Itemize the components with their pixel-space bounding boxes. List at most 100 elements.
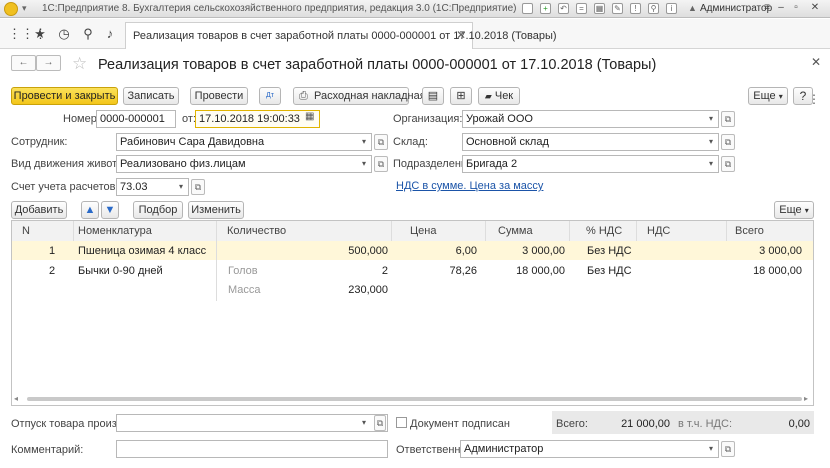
released-field[interactable] [116, 414, 388, 432]
tab-close-icon[interactable]: ✕ [456, 28, 466, 42]
warehouse-dropdown-icon[interactable]: ▾ [704, 133, 718, 151]
history-icon[interactable]: ↶ [558, 3, 569, 14]
scroll-right-icon[interactable]: ▸ [804, 394, 808, 403]
division-field[interactable]: Бригада 2 [462, 155, 719, 173]
post-close-button[interactable]: Провести и закрыть [11, 87, 118, 105]
report-icon[interactable]: ▤ [422, 87, 444, 105]
move-up-icon[interactable]: ▲ [81, 201, 99, 219]
save-button[interactable]: Записать [123, 87, 179, 105]
col-header-price[interactable]: Цена [392, 221, 486, 241]
horizontal-scrollbar[interactable] [27, 397, 802, 401]
released-open-icon[interactable]: ⧉ [374, 415, 386, 431]
row2-total[interactable]: 18 000,00 [720, 265, 802, 277]
row1-vat-rate[interactable]: Без НДС [587, 245, 632, 257]
user-icon: ▲ [688, 3, 697, 13]
window-close-icon[interactable]: ✕ [808, 2, 822, 15]
col-header-vat-rate[interactable]: % НДС [570, 221, 637, 241]
responsible-dropdown-icon[interactable]: ▾ [704, 440, 718, 458]
change-button[interactable]: Изменить [188, 201, 244, 219]
col-header-qty[interactable]: Количество [217, 221, 392, 241]
vat-settings-link[interactable]: НДС в сумме. Цена за массу [396, 180, 543, 192]
post-button[interactable]: Провести [190, 87, 248, 105]
comment-field[interactable] [116, 440, 388, 458]
more-button[interactable]: Еще ▾ [748, 87, 788, 105]
col-header-vat[interactable]: НДС [637, 221, 727, 241]
row1-sum[interactable]: 3 000,00 [486, 245, 565, 257]
movement-open-icon[interactable]: ⧉ [374, 156, 388, 172]
col-header-sum[interactable]: Сумма [486, 221, 570, 241]
date-field[interactable]: 17.10.2018 19:00:33 [195, 110, 320, 128]
notes-icon[interactable]: ✎ [612, 3, 623, 14]
move-down-icon[interactable]: ▼ [101, 201, 119, 219]
favorites-icon[interactable]: + [540, 3, 551, 14]
structure-icon[interactable]: ⊞ [450, 87, 472, 105]
receipt-button[interactable]: ▰ Чек [478, 87, 520, 105]
org-dropdown-icon[interactable]: ▾ [704, 110, 718, 128]
calendar-icon[interactable]: ▦ [594, 3, 605, 14]
bell-icon[interactable]: ! [630, 3, 641, 14]
row1-total[interactable]: 3 000,00 [720, 245, 802, 257]
employee-open-icon[interactable]: ⧉ [374, 134, 388, 150]
org-field[interactable]: Урожай ООО [462, 110, 719, 128]
division-dropdown-icon[interactable]: ▾ [704, 155, 718, 173]
col-header-n[interactable]: N [12, 221, 74, 241]
account-open-icon[interactable]: ⧉ [191, 179, 205, 195]
table-more-button[interactable]: Еще ▾ [774, 201, 814, 219]
app-menu-icon[interactable]: ▾ [22, 3, 27, 14]
apps-grid-icon[interactable]: ⋮⋮⋮ [8, 26, 47, 42]
tab-document[interactable]: Реализация товаров в счет заработной пла… [125, 22, 557, 49]
scroll-left-icon[interactable]: ◂ [14, 394, 18, 403]
employee-dropdown-icon[interactable]: ▾ [357, 133, 371, 151]
row1-item[interactable]: Пшеница озимая 4 класс [78, 245, 206, 257]
col-header-total[interactable]: Всего [727, 221, 813, 241]
employee-field[interactable]: Рабинович Сара Давидовна [116, 133, 372, 151]
row1-price[interactable]: 6,00 [400, 245, 477, 257]
app-logo-icon[interactable] [4, 2, 18, 16]
window-menu-icon[interactable]: ≡ [760, 2, 774, 15]
row2-mass[interactable]: 230,000 [300, 284, 388, 296]
info-icon[interactable]: i [666, 3, 677, 14]
row2-vat-rate[interactable]: Без НДС [587, 265, 632, 277]
org-open-icon[interactable]: ⧉ [721, 111, 735, 127]
add-row-button[interactable]: Добавить [11, 201, 67, 219]
favorites-star-icon[interactable]: ★ [32, 26, 48, 42]
signed-checkbox[interactable] [396, 417, 407, 428]
account-dropdown-icon[interactable]: ▾ [174, 178, 188, 196]
row2-price[interactable]: 78,26 [400, 265, 477, 277]
panel-icon[interactable] [522, 3, 533, 14]
responsible-open-icon[interactable]: ⧉ [721, 441, 735, 457]
warehouse-field[interactable]: Основной склад [462, 133, 719, 151]
back-button[interactable]: ← [11, 55, 36, 71]
history-clock-icon[interactable]: ◷ [56, 26, 72, 42]
maximize-icon[interactable]: ▫ [789, 2, 803, 15]
minimize-icon[interactable]: – [774, 2, 788, 15]
pick-button[interactable]: Подбор [133, 201, 183, 219]
forward-button[interactable]: → [36, 55, 61, 71]
receipt-label: Чек [494, 90, 514, 102]
col-header-item[interactable]: Номенклатура [74, 221, 217, 241]
movement-field[interactable]: Реализовано физ.лицам [116, 155, 372, 173]
number-field[interactable]: 0000-000001 [96, 110, 176, 128]
window-title-bar: ▾ 1С:Предприятие 8. Бухгалтерия сельскох… [0, 0, 830, 18]
movement-dropdown-icon[interactable]: ▾ [357, 155, 371, 173]
favorite-star-icon[interactable]: ☆ [72, 54, 87, 74]
released-dropdown-icon[interactable]: ▾ [357, 414, 371, 432]
bell-notifications-icon[interactable]: ♪ [102, 26, 118, 42]
row2-sum[interactable]: 18 000,00 [486, 265, 565, 277]
warehouse-label: Склад: [393, 136, 428, 148]
row1-n: 1 [49, 245, 56, 257]
row2-qty[interactable]: 2 [300, 265, 388, 277]
row2-item[interactable]: Бычки 0-90 дней [78, 265, 163, 277]
calculator-icon[interactable]: = [576, 3, 587, 14]
dt-kt-icon[interactable]: Дт [259, 87, 281, 105]
division-open-icon[interactable]: ⧉ [721, 156, 735, 172]
row1-qty[interactable]: 500,000 [300, 245, 388, 257]
calendar-picker-icon[interactable]: ▦ [305, 111, 314, 122]
search-window-icon[interactable]: ⚲ [648, 3, 659, 14]
warehouse-open-icon[interactable]: ⧉ [721, 134, 735, 150]
help-button[interactable]: ? [793, 87, 813, 105]
form-close-icon[interactable]: ✕ [811, 55, 821, 69]
invoice-button[interactable]: ⎙ Расходная накладная [293, 87, 426, 105]
search-icon[interactable]: ⚲ [80, 26, 96, 42]
responsible-field[interactable]: Администратор [460, 440, 719, 458]
